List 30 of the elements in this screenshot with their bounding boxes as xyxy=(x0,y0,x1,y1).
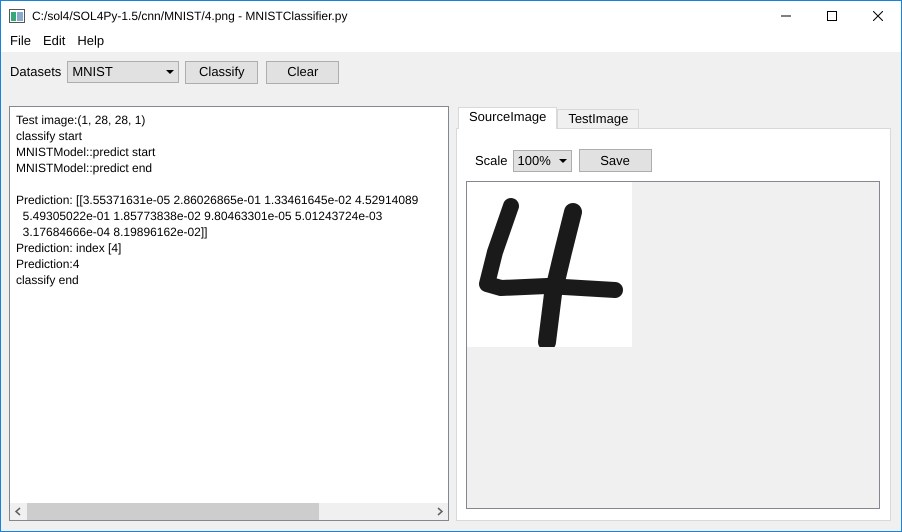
scale-dropdown[interactable]: 100% xyxy=(512,150,572,172)
log-line: MNISTModel::predict end xyxy=(16,160,152,176)
scale-label: Scale xyxy=(475,152,508,170)
menu-item[interactable]: Help xyxy=(71,31,110,51)
clear-button[interactable]: Clear xyxy=(266,60,340,84)
scrollbar-thumb[interactable] xyxy=(27,503,319,520)
app-icon xyxy=(9,8,25,22)
save-button[interactable]: Save xyxy=(578,149,652,172)
caret-icon xyxy=(558,158,567,162)
log-line: 3.17684666e-04 8.19896162e-02]] xyxy=(22,224,208,240)
log-line: 5.49305022e-01 1.85773838e-02 9.80463301e-05 5.01243724e-03 xyxy=(22,208,382,224)
tab[interactable]: SourceImage xyxy=(458,107,558,129)
log-line: Prediction: [[3.55371631e-05 2.86026865e-01 1.33461645e-02 4.52914089 xyxy=(16,192,418,208)
window-title: C:/sol4/SOL4Py-1.5/cnn/MNIST/4.png - MNISTClassifier.py xyxy=(32,8,348,24)
menu-item[interactable]: File xyxy=(4,31,37,51)
log-line: classify end xyxy=(16,272,79,288)
close-icon xyxy=(873,10,883,20)
caret-icon xyxy=(166,70,174,74)
log-line: Test image:(1, 28, 28, 1) xyxy=(16,112,146,128)
log-line: Prediction: index [4] xyxy=(16,240,122,256)
log-line: classify start xyxy=(16,128,82,144)
tab[interactable]: TestImage xyxy=(557,109,640,128)
datasets-label: Datasets xyxy=(10,63,62,82)
log-line: MNISTModel::predict start xyxy=(16,144,156,160)
log-line: Prediction:4 xyxy=(16,256,80,272)
datasets-dropdown[interactable]: MNIST xyxy=(67,61,180,83)
classify-button[interactable]: Classify xyxy=(185,60,258,84)
maximize-icon xyxy=(827,10,837,20)
menu-item[interactable]: Edit xyxy=(36,31,72,51)
horizontal-scrollbar[interactable] xyxy=(10,503,448,520)
